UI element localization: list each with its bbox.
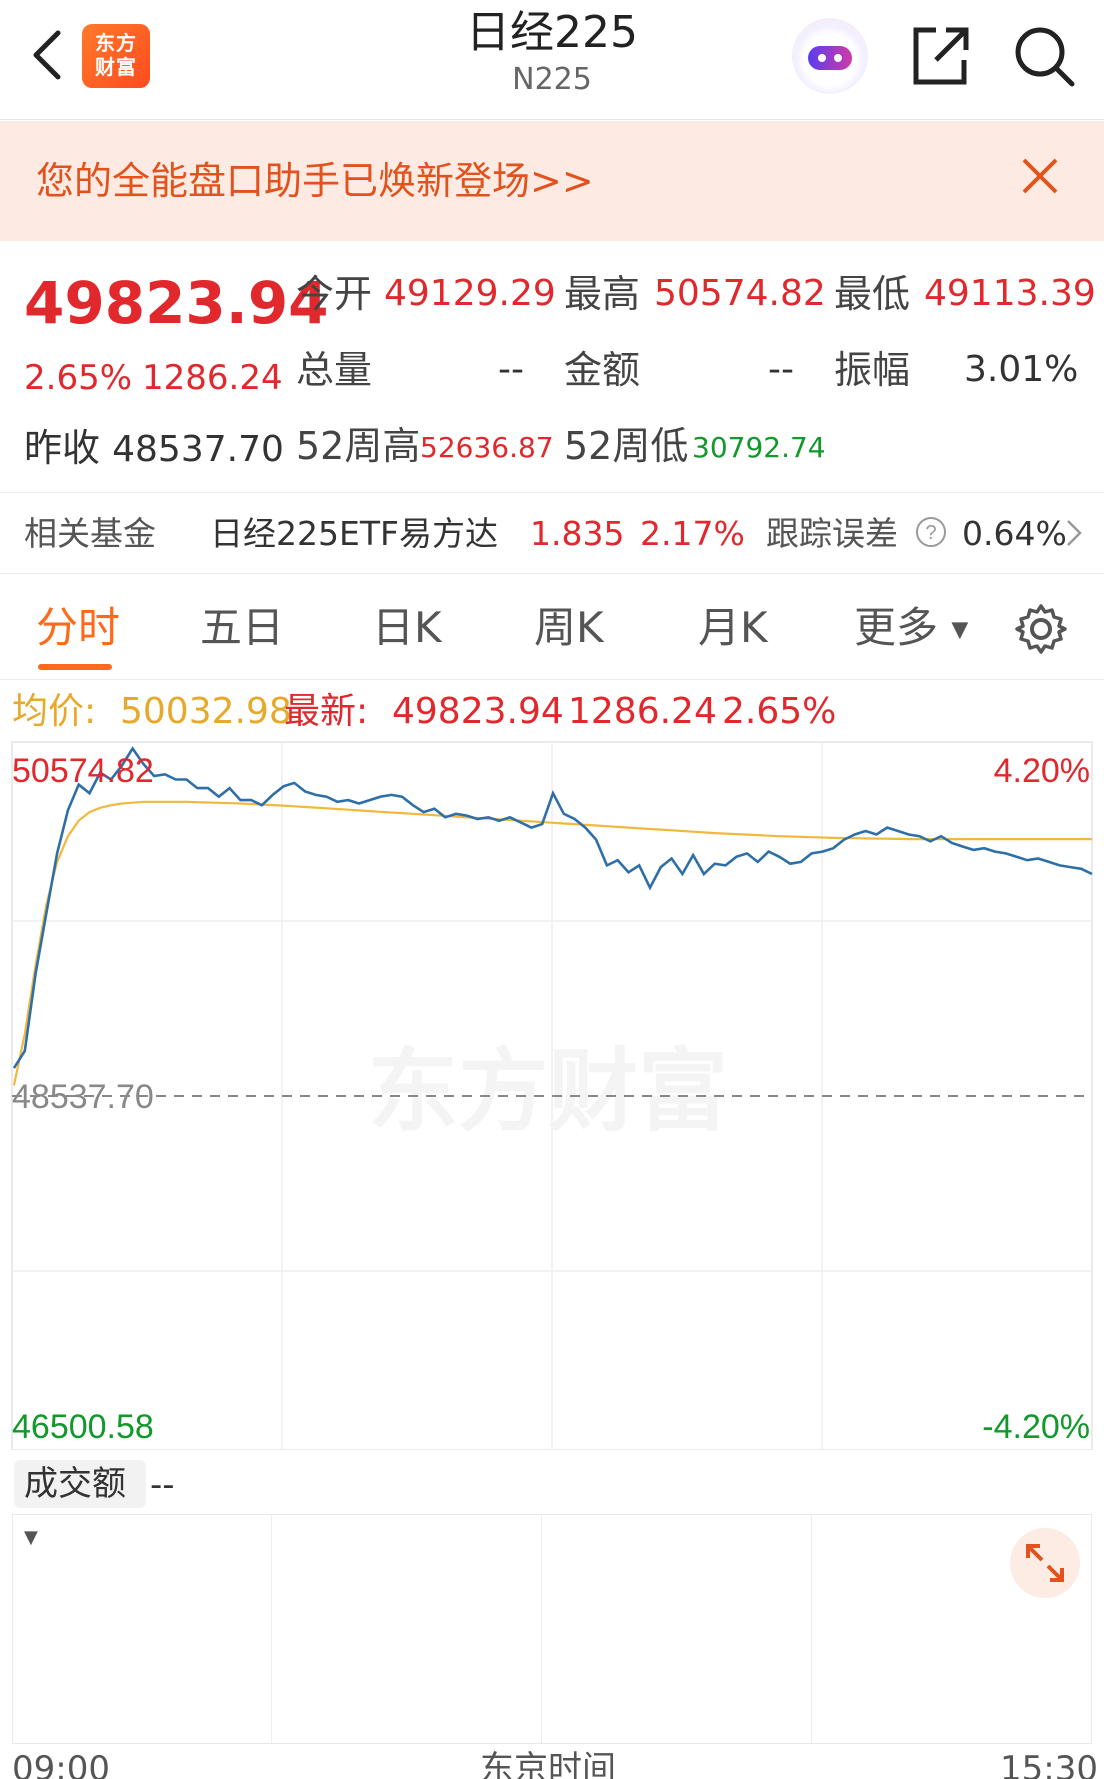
back-button[interactable] <box>18 22 74 88</box>
related-fund-label: 相关基金 <box>24 514 156 553</box>
quote-panel: 49823.94 2.65% 1286.24 昨收 48537.70 今开 49… <box>0 242 1104 492</box>
related-fund-price: 1.835 <box>530 514 625 553</box>
avg-price-row: 均价: 50032.98 最新: 49823.94 1286.24 2.65% <box>0 686 1104 740</box>
avg-label: 均价: <box>12 691 97 732</box>
svg-text:?: ? <box>925 522 936 544</box>
volume-gridline <box>811 1515 812 1743</box>
current-price: 49823.94 <box>24 269 329 337</box>
robot-eye-left <box>818 54 826 62</box>
low-label: 最低 <box>834 272 911 316</box>
latest-pct: 2.65% <box>722 691 837 732</box>
active-tab-indicator <box>38 664 112 670</box>
time-start-label: 09:00 <box>12 1749 110 1779</box>
tab-monthly-k[interactable]: 月K <box>698 602 768 654</box>
back-arrow-icon <box>33 30 61 80</box>
wk52-high-value: 52636.87 <box>420 431 554 464</box>
tab-weekly-k[interactable]: 周K <box>534 602 604 654</box>
prev-close-row: 昨收 48537.70 <box>24 424 284 474</box>
amplitude-label: 振幅 <box>834 348 911 392</box>
caret-down-icon: ▼ <box>951 617 969 643</box>
tab-more[interactable]: 更多 ▼ <box>854 602 968 657</box>
banner-close-button[interactable] <box>1016 152 1064 200</box>
amount-value: -- <box>768 349 794 390</box>
wk52-low-value: 30792.74 <box>692 431 826 464</box>
tab-daily-k[interactable]: 日K <box>372 602 442 654</box>
high-value: 50574.82 <box>654 273 826 314</box>
page-title: 日经225 <box>466 7 638 58</box>
related-fund-name[interactable]: 日经225ETF易方达 <box>210 513 498 555</box>
amplitude-value: 3.01% <box>964 349 1079 390</box>
share-button[interactable] <box>906 22 974 90</box>
latest-value: 49823.94 <box>392 691 564 732</box>
amount-label: 金额 <box>564 348 641 392</box>
volume-gridline <box>541 1515 542 1743</box>
latest-change: 1286.24 <box>568 691 717 732</box>
expand-icon <box>1026 1544 1064 1582</box>
tracking-error-label: 跟踪误差 <box>766 514 898 553</box>
prev-close-value: 48537.70 <box>112 429 284 470</box>
y-min-label: 46500.58 <box>12 1408 154 1446</box>
volume-chart[interactable] <box>12 1514 1092 1744</box>
chart-period-tabs: 分时 五日 日K 周K 月K 更多 ▼ <box>0 574 1104 680</box>
low-value: 49113.39 <box>924 273 1096 314</box>
promo-banner[interactable]: 您的全能盘口助手已焕新登场>> <box>0 121 1104 241</box>
tab-intraday[interactable]: 分时 <box>36 602 120 654</box>
tab-more-label: 更多 <box>854 603 939 652</box>
y-min-pct-label: -4.20% <box>982 1408 1090 1446</box>
avg-value: 50032.98 <box>120 691 292 732</box>
volume-label: 总量 <box>296 348 373 392</box>
help-icon[interactable]: ? <box>914 515 948 559</box>
y-max-label: 50574.82 <box>12 752 154 790</box>
volume-gridline <box>271 1515 272 1743</box>
settings-button[interactable] <box>1014 602 1068 660</box>
y-base-label: 48537.70 <box>12 1078 154 1116</box>
latest-label: 最新: <box>284 691 369 732</box>
intraday-chart[interactable]: 东方财富 50574.82 4.20% 48537.70 46500.58 -4… <box>0 740 1104 1450</box>
time-axis-title: 东京时间 <box>480 1749 616 1779</box>
search-button[interactable] <box>1010 22 1078 90</box>
change-value: 1286.24 <box>142 358 283 398</box>
y-max-pct-label: 4.20% <box>994 752 1090 790</box>
wk52-high-label: 52周高 <box>296 424 421 468</box>
high-label: 最高 <box>564 272 641 316</box>
page-subtitle: N225 <box>512 62 592 97</box>
watermark-text: 东方财富 <box>368 1042 728 1142</box>
gear-icon <box>1015 604 1067 654</box>
app-logo[interactable]: 东方 财富 <box>82 24 150 88</box>
open-value: 49129.29 <box>384 273 556 314</box>
time-end-label: 15:30 <box>1000 1749 1098 1779</box>
chevron-right-icon[interactable] <box>1064 515 1084 561</box>
wk52-low-label: 52周低 <box>564 424 689 468</box>
top-bar: 东方 财富 日经225 N225 <box>0 0 1104 120</box>
volume-value-display: -- <box>150 1465 175 1505</box>
close-icon <box>1022 158 1058 194</box>
related-fund-row[interactable]: 相关基金 日经225ETF易方达 1.835 2.17% 跟踪误差 ? 0.64… <box>0 492 1104 574</box>
expand-chart-button[interactable] <box>1010 1528 1080 1598</box>
share-icon <box>913 27 969 85</box>
volume-selector-label: 成交额 <box>24 1464 126 1504</box>
search-icon <box>1015 27 1075 87</box>
change-percent: 2.65% <box>24 358 133 398</box>
related-fund-pct: 2.17% <box>640 514 745 553</box>
open-label: 今开 <box>296 272 373 316</box>
tab-five-day[interactable]: 五日 <box>200 602 284 654</box>
volume-value: -- <box>498 349 524 390</box>
page-title-block: 日经225 N225 <box>352 6 752 100</box>
robot-assistant-icon[interactable] <box>792 18 868 94</box>
robot-eye-right <box>834 54 842 62</box>
prev-close-label: 昨收 <box>24 426 101 470</box>
volume-selector[interactable]: 成交额 ▼ <box>14 1460 146 1548</box>
robot-face <box>808 46 852 70</box>
tracking-error-value: 0.64% <box>962 514 1067 553</box>
promo-banner-text[interactable]: 您的全能盘口助手已焕新登场>> <box>36 157 594 205</box>
